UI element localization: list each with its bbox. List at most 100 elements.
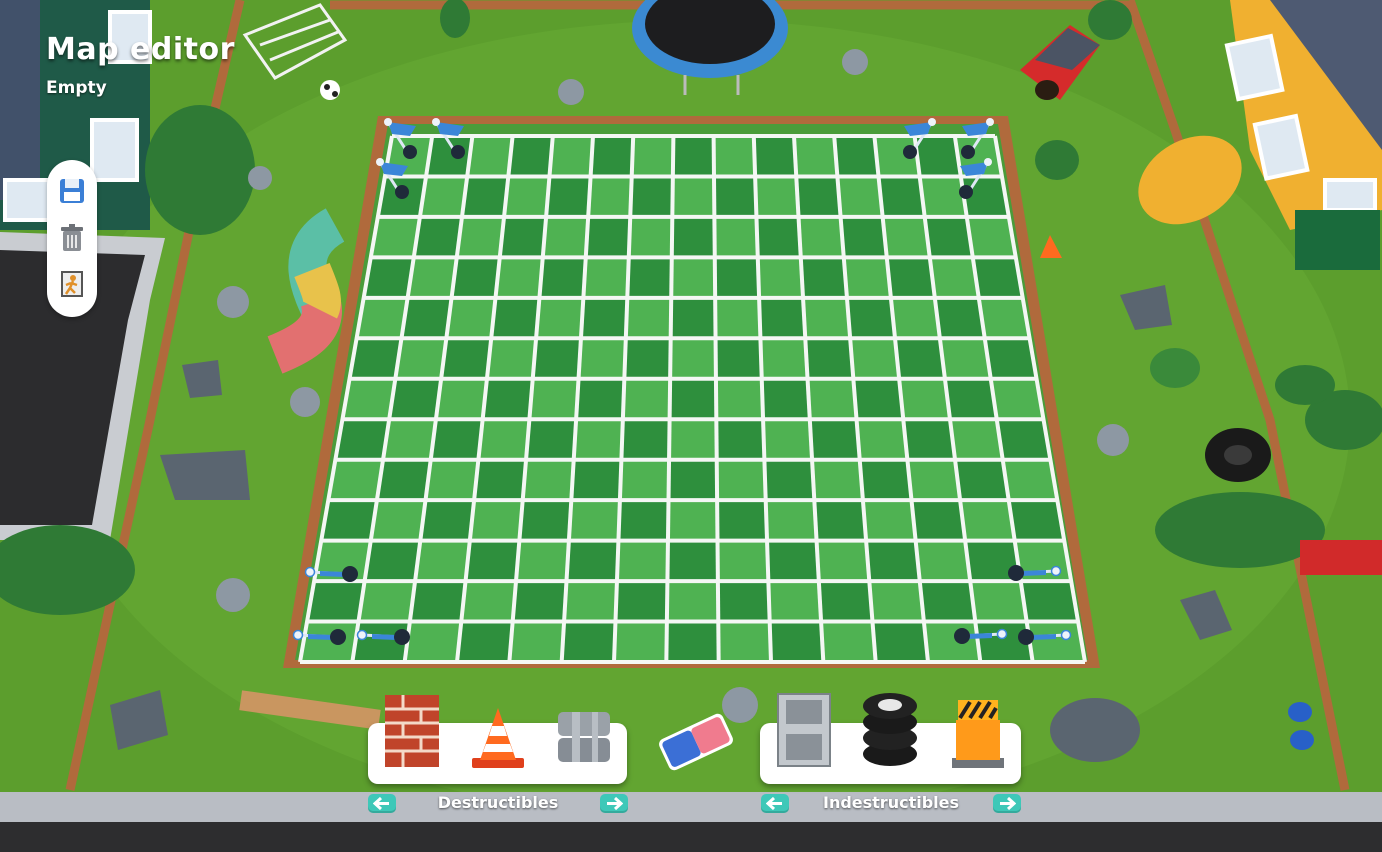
board-cell[interactable] bbox=[768, 581, 822, 622]
destructibles-prev-arrow-icon[interactable] bbox=[368, 794, 396, 813]
board-cell[interactable] bbox=[425, 459, 479, 501]
board-cell[interactable] bbox=[370, 500, 426, 541]
board-cell[interactable] bbox=[760, 338, 808, 379]
board-cell[interactable] bbox=[465, 540, 520, 582]
board-cell[interactable] bbox=[714, 257, 760, 298]
board-cell[interactable] bbox=[321, 500, 377, 541]
board-cell[interactable] bbox=[949, 419, 1003, 460]
board-cell[interactable] bbox=[539, 257, 586, 298]
board-cell[interactable] bbox=[590, 136, 634, 177]
board-cell[interactable] bbox=[495, 257, 543, 298]
board-cell[interactable] bbox=[919, 581, 976, 622]
board-cell[interactable] bbox=[890, 297, 940, 339]
board-cell[interactable] bbox=[669, 419, 717, 460]
board-cell[interactable] bbox=[383, 419, 436, 460]
board-cell[interactable] bbox=[715, 378, 764, 420]
game-board[interactable] bbox=[298, 134, 1087, 664]
board-cell[interactable] bbox=[486, 338, 537, 379]
board-cell[interactable] bbox=[970, 581, 1027, 622]
board-cell[interactable] bbox=[509, 621, 565, 662]
board-cell[interactable] bbox=[519, 500, 572, 541]
board-cell[interactable] bbox=[713, 176, 757, 217]
eraser-tool[interactable] bbox=[655, 705, 737, 779]
board-cell[interactable] bbox=[1008, 500, 1065, 541]
board-cell[interactable] bbox=[478, 419, 530, 460]
board-cell[interactable] bbox=[451, 257, 500, 298]
brick-wall-tile[interactable] bbox=[383, 693, 441, 769]
board-cell[interactable] bbox=[376, 459, 431, 501]
board-cell[interactable] bbox=[328, 459, 384, 501]
board-cell[interactable] bbox=[568, 500, 620, 541]
board-cell[interactable] bbox=[670, 297, 716, 339]
board-cell[interactable] bbox=[944, 378, 997, 420]
board-cell[interactable] bbox=[717, 500, 768, 541]
board-cell[interactable] bbox=[800, 257, 847, 298]
board-cell[interactable] bbox=[469, 500, 523, 541]
board-cell[interactable] bbox=[757, 257, 804, 298]
board-cell[interactable] bbox=[807, 378, 857, 420]
board-cell[interactable] bbox=[907, 459, 961, 501]
board-cell[interactable] bbox=[671, 216, 715, 258]
board-cell[interactable] bbox=[718, 621, 771, 662]
board-cell[interactable] bbox=[566, 540, 619, 582]
board-cell[interactable] bbox=[358, 581, 416, 622]
board-cell[interactable] bbox=[821, 621, 876, 662]
board-cell[interactable] bbox=[622, 378, 671, 420]
board-cell[interactable] bbox=[1002, 459, 1058, 501]
board-cell[interactable] bbox=[578, 338, 626, 379]
board-cell[interactable] bbox=[764, 459, 815, 501]
board-cell[interactable] bbox=[856, 419, 908, 460]
board-cell[interactable] bbox=[769, 621, 824, 662]
board-cell[interactable] bbox=[840, 216, 887, 258]
board-cell[interactable] bbox=[508, 136, 553, 177]
board-cell[interactable] bbox=[866, 540, 920, 582]
board-cell[interactable] bbox=[923, 621, 981, 662]
board-cell[interactable] bbox=[814, 500, 867, 541]
board-cell[interactable] bbox=[915, 540, 971, 582]
board-cell[interactable] bbox=[853, 378, 904, 420]
exit-icon[interactable] bbox=[56, 268, 88, 300]
board-cell[interactable] bbox=[618, 500, 669, 541]
board-cell[interactable] bbox=[504, 176, 550, 217]
board-cell[interactable] bbox=[903, 419, 956, 460]
board-cell[interactable] bbox=[307, 581, 365, 622]
board-cell[interactable] bbox=[672, 136, 714, 177]
board-cell[interactable] bbox=[666, 621, 719, 662]
board-cell[interactable] bbox=[624, 338, 671, 379]
board-cell[interactable] bbox=[630, 176, 673, 217]
board-cell[interactable] bbox=[672, 176, 715, 217]
board-cell[interactable] bbox=[614, 621, 667, 662]
board-cell[interactable] bbox=[818, 581, 873, 622]
board-cell[interactable] bbox=[395, 338, 447, 379]
board-cell[interactable] bbox=[420, 500, 475, 541]
board-cell[interactable] bbox=[457, 621, 513, 662]
board-cell[interactable] bbox=[834, 136, 879, 177]
board-cell[interactable] bbox=[846, 297, 896, 339]
board-cell[interactable] bbox=[389, 378, 442, 420]
board-cell[interactable] bbox=[670, 338, 716, 379]
board-cell[interactable] bbox=[929, 257, 979, 298]
board-cell[interactable] bbox=[763, 419, 813, 460]
board-cell[interactable] bbox=[809, 419, 860, 460]
board-cell[interactable] bbox=[583, 257, 629, 298]
board-cell[interactable] bbox=[573, 419, 623, 460]
board-cell[interactable] bbox=[619, 459, 670, 501]
board-cell[interactable] bbox=[491, 297, 540, 339]
board-cell[interactable] bbox=[755, 176, 799, 217]
board-cell[interactable] bbox=[588, 176, 632, 217]
board-cell[interactable] bbox=[415, 540, 470, 582]
board-cell[interactable] bbox=[812, 459, 863, 501]
board-cell[interactable] bbox=[669, 378, 717, 420]
board-cell[interactable] bbox=[869, 581, 924, 622]
board-cell[interactable] bbox=[713, 136, 756, 177]
board-cell[interactable] bbox=[561, 621, 616, 662]
board-cell[interactable] bbox=[955, 459, 1009, 501]
board-cell[interactable] bbox=[667, 500, 718, 541]
board-cell[interactable] bbox=[549, 136, 593, 177]
board-cell[interactable] bbox=[300, 621, 359, 662]
board-cell[interactable] bbox=[522, 459, 574, 501]
traffic-cone-tile[interactable] bbox=[470, 706, 526, 770]
board-cell[interactable] bbox=[430, 419, 483, 460]
board-cell[interactable] bbox=[759, 297, 806, 339]
board-cell[interactable] bbox=[409, 581, 466, 622]
